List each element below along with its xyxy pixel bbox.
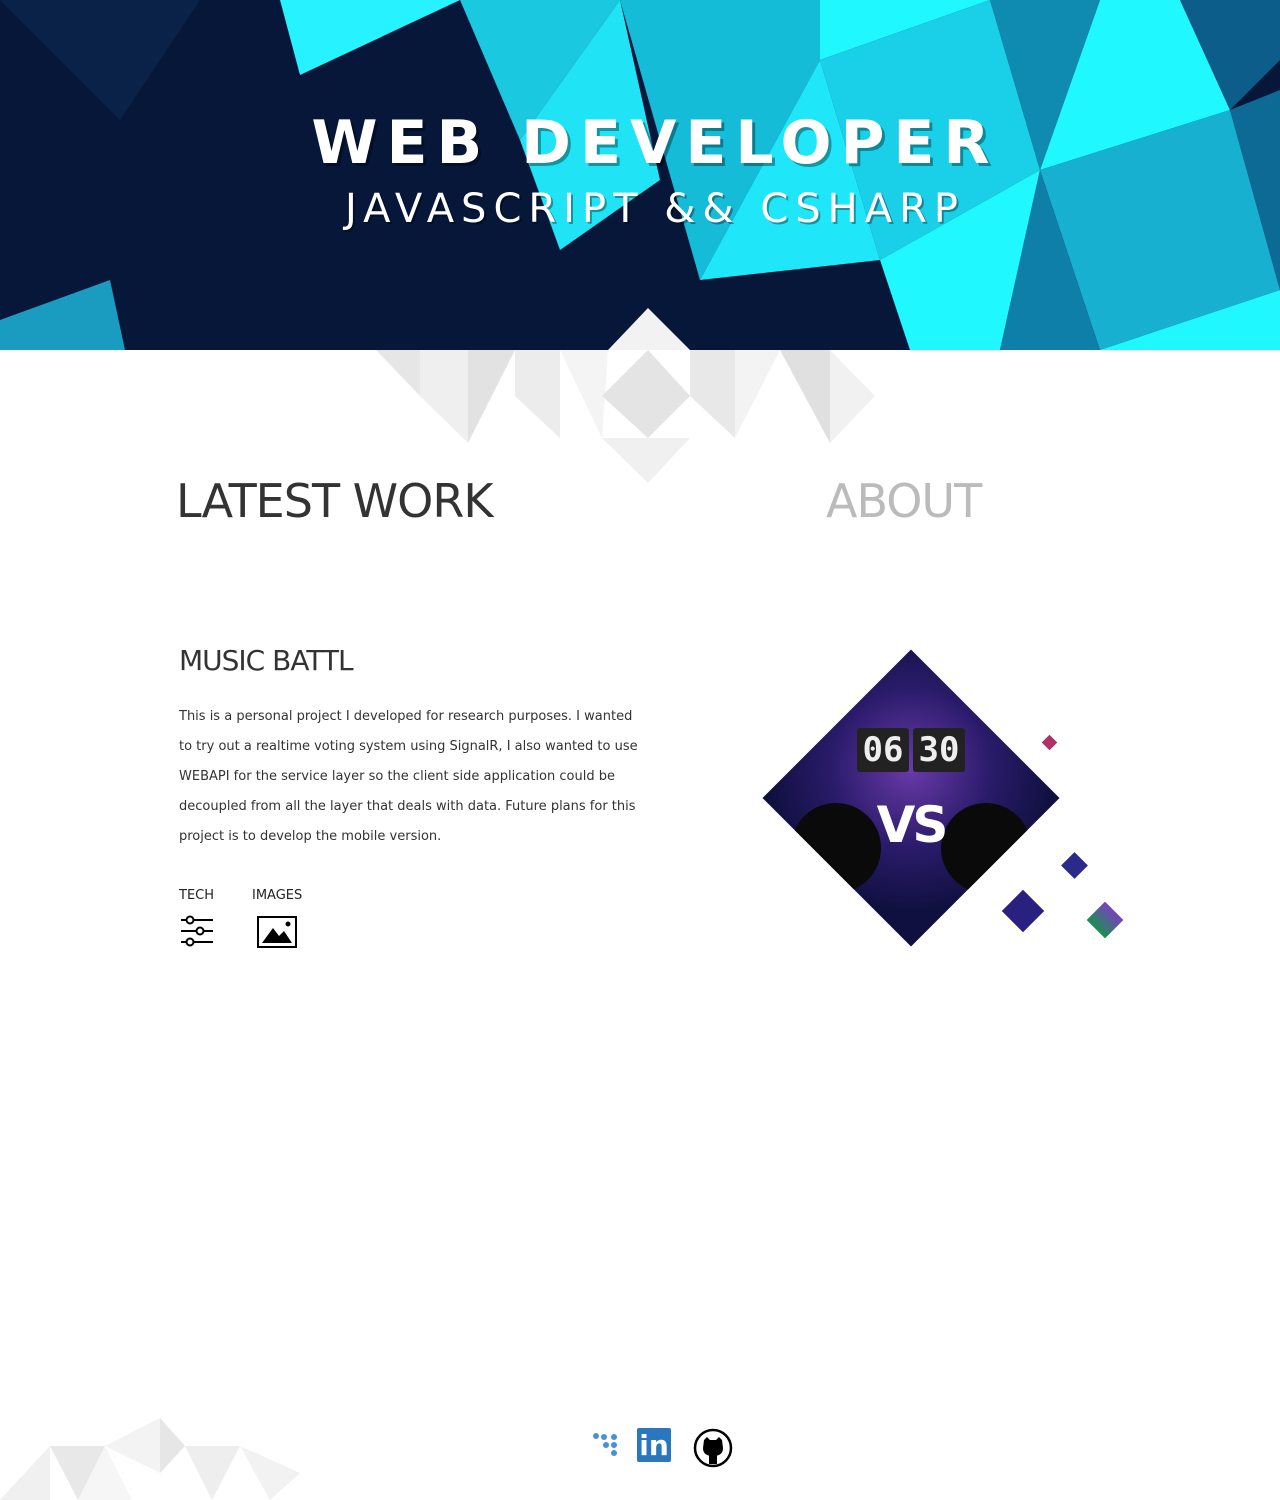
- latest-work-tab[interactable]: LATEST WORK: [176, 474, 493, 528]
- image-gallery-icon[interactable]: [257, 916, 297, 948]
- clock-hour: 06: [857, 728, 909, 772]
- thumbnail-3[interactable]: [1001, 889, 1045, 933]
- project-title: MUSIC BATTL: [179, 644, 354, 677]
- thumbnail-4[interactable]: [1086, 901, 1124, 939]
- triangle-decoration: [376, 308, 875, 483]
- tech-label: TECH: [179, 888, 215, 903]
- thumbnail-2[interactable]: [1061, 852, 1088, 879]
- hero-banner: WEB DEVELOPER JAVASCRIPT && CSHARP: [0, 0, 1280, 350]
- github-icon[interactable]: [693, 1428, 733, 1468]
- sliders-icon[interactable]: [180, 914, 214, 948]
- hero-subtitle: JAVASCRIPT && CSHARP: [344, 186, 966, 232]
- about-tab[interactable]: ABOUT: [826, 474, 982, 528]
- triangle-decoration-footer: [0, 1418, 300, 1500]
- treehouse-icon[interactable]: [592, 1432, 620, 1458]
- vs-text: VS: [876, 796, 946, 854]
- hero-title: WEB DEVELOPER: [311, 108, 999, 178]
- thumbnail-1[interactable]: [1041, 734, 1058, 751]
- images-label: IMAGES: [252, 888, 303, 903]
- linkedin-icon[interactable]: in: [637, 1428, 671, 1462]
- clock-minute: 30: [913, 728, 965, 772]
- project-description: This is a personal project I developed f…: [179, 709, 638, 844]
